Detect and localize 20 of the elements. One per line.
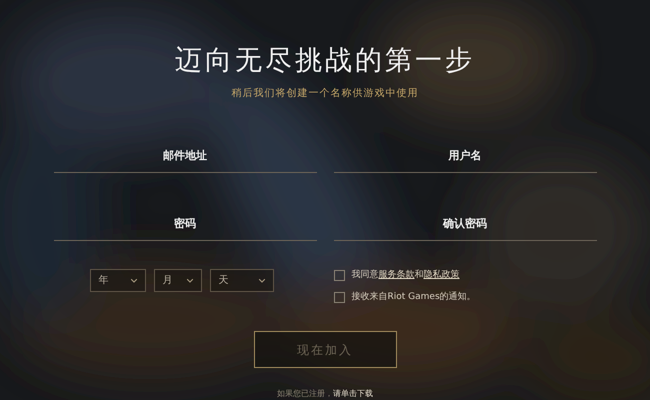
- footer-text: 如果您已注册，请单击下载: [277, 388, 373, 400]
- checkbox[interactable]: [334, 292, 344, 303]
- chevron-down-icon: [130, 278, 136, 282]
- subtitle: 稍后我们将创建一个名称供游戏中使用: [232, 86, 418, 101]
- download-link[interactable]: 请单击下载: [333, 389, 373, 398]
- policy-link[interactable]: 隐私政策: [424, 270, 460, 280]
- text-field[interactable]: 确认密码: [334, 207, 596, 241]
- policy-link[interactable]: 服务条款: [378, 270, 414, 280]
- page-title: 迈向无尽挑战的第一步: [175, 44, 475, 77]
- checkbox-label: 接收来自Riot Games的通知。: [352, 290, 476, 304]
- chevron-down-icon: [258, 278, 264, 282]
- checkbox[interactable]: [334, 270, 344, 282]
- text-field[interactable]: 用户名: [334, 139, 596, 173]
- date-dropdown[interactable]: 月: [154, 269, 202, 292]
- checkbox-label: 我同意服务条款和隐私政策: [352, 269, 460, 282]
- text-field[interactable]: 密码: [54, 207, 316, 241]
- date-dropdown[interactable]: 年: [90, 269, 146, 292]
- chevron-down-icon: [186, 278, 192, 282]
- text-field[interactable]: 邮件地址: [54, 139, 316, 173]
- date-dropdown[interactable]: 天: [210, 269, 274, 292]
